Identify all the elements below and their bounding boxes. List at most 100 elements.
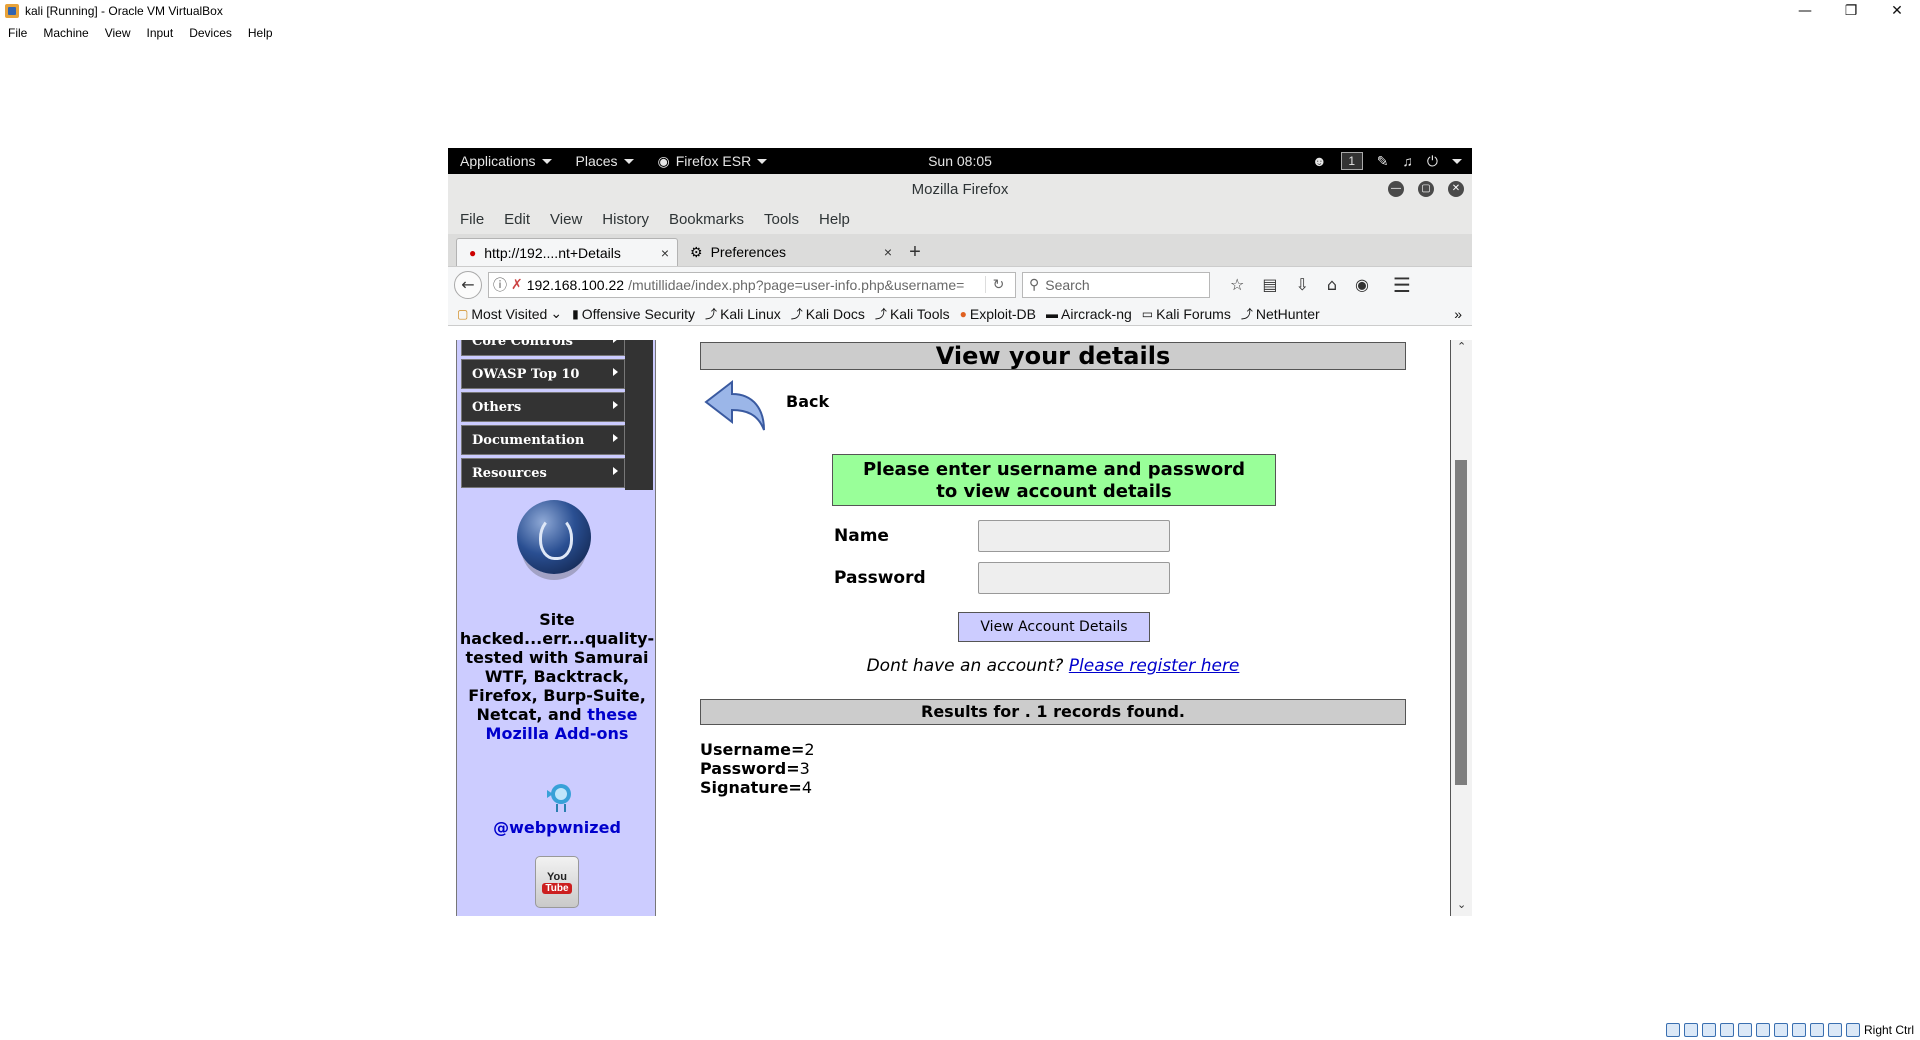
menu-documentation[interactable]: Documentation <box>461 425 625 455</box>
new-tab-button[interactable]: + <box>900 238 930 266</box>
search-input[interactable]: ⚲ Search <box>1022 271 1210 298</box>
applications-label: Applications <box>460 153 536 169</box>
chevron-down-icon <box>757 158 768 164</box>
ff-menu-history[interactable]: History <box>592 211 659 228</box>
bookmark-offensive-security[interactable]: ▮ Offensive Security <box>569 306 698 322</box>
vb-menu-devices[interactable]: Devices <box>181 26 240 40</box>
bookmark-star-icon[interactable]: ☆ <box>1230 275 1244 294</box>
vm-screen[interactable]: Applications Places ◉ Firefox ESR Sun 08:… <box>448 148 1472 916</box>
optical-drive-icon[interactable] <box>1683 1023 1698 1037</box>
chevron-down-icon[interactable] <box>1452 158 1462 164</box>
close-icon[interactable]: × <box>884 244 892 260</box>
power-icon[interactable]: ⏻ <box>1427 153 1438 170</box>
password-field[interactable] <box>978 562 1170 594</box>
cpu-icon[interactable] <box>1809 1023 1824 1037</box>
ff-menu-bookmarks[interactable]: Bookmarks <box>659 211 754 228</box>
scroll-down-icon[interactable]: ⌄ <box>1457 898 1466 911</box>
library-icon[interactable]: ▤ <box>1262 275 1277 294</box>
bookmark-label: Exploit-DB <box>969 305 1036 322</box>
close-button[interactable]: ✕ <box>1874 0 1920 22</box>
ff-minimize-button[interactable]: — <box>1388 181 1404 197</box>
keyboard-icon[interactable] <box>1845 1023 1860 1037</box>
url-bar[interactable]: ⓘ ✗ 192.168.100.22/mutillidae/index.php?… <box>488 271 1016 298</box>
vb-menu-machine[interactable]: Machine <box>35 26 96 40</box>
vb-menu-input[interactable]: Input <box>139 26 182 40</box>
register-link[interactable]: Please register here <box>1069 656 1240 676</box>
people-icon[interactable]: ☻ <box>1312 153 1327 169</box>
firefox-app-menu[interactable]: ◉ Firefox ESR <box>646 153 780 170</box>
virtualbox-app-icon <box>5 4 19 18</box>
tab-preferences[interactable]: ⚙ Preferences × <box>678 238 900 266</box>
menu-core-controls[interactable]: Core Controls <box>461 340 625 356</box>
ff-menu-file[interactable]: File <box>450 211 494 228</box>
reload-icon[interactable]: ↻ <box>985 276 1011 293</box>
back-link[interactable]: Back <box>786 392 829 411</box>
page-scrollbar[interactable]: ⌃ ⌄ <box>1450 340 1472 916</box>
video-capture-icon[interactable] <box>1791 1023 1806 1037</box>
mouse-integration-icon[interactable] <box>1827 1023 1842 1037</box>
menu-resources[interactable]: Resources <box>461 458 625 488</box>
instruction-box: Please enter username and password to vi… <box>832 454 1276 506</box>
record-value: 3 <box>799 759 810 778</box>
bookmarks-overflow-button[interactable]: » <box>1454 306 1462 322</box>
shared-folders-icon[interactable] <box>1755 1023 1770 1037</box>
ff-menu-edit[interactable]: Edit <box>494 211 540 228</box>
ff-menu-view[interactable]: View <box>540 211 592 228</box>
scroll-thumb[interactable] <box>1455 460 1467 785</box>
minimize-button[interactable]: — <box>1782 0 1828 22</box>
back-button[interactable]: ← <box>454 270 482 299</box>
chevron-right-icon <box>613 401 618 409</box>
ff-close-button[interactable]: ✕ <box>1448 181 1464 197</box>
ff-menu-tools[interactable]: Tools <box>754 211 809 228</box>
bookmark-label: Most Visited <box>471 305 548 322</box>
bookmark-exploit-db[interactable]: ● Exploit-DB <box>957 306 1039 322</box>
bookmark-kali-tools[interactable]: ⤴ Kali Tools <box>872 305 953 322</box>
hamburger-menu-icon[interactable]: ☰ <box>1393 273 1411 297</box>
bookmark-kali-forums[interactable]: ▭ Kali Forums <box>1139 306 1234 322</box>
page-content: Core Controls OWASP Top 10 Others Docume… <box>448 340 1472 916</box>
tab-user-info[interactable]: ● http://192....nt+Details × <box>456 238 678 266</box>
workspace-indicator[interactable]: 1 <box>1340 152 1363 170</box>
audio-icon[interactable] <box>1701 1023 1716 1037</box>
ff-maximize-button[interactable]: ▢ <box>1418 181 1434 197</box>
name-field[interactable] <box>978 520 1170 552</box>
pocket-icon[interactable]: ◉ <box>1355 275 1369 294</box>
bookmark-label: Kali Tools <box>889 305 950 322</box>
info-icon[interactable]: ⓘ <box>493 275 507 295</box>
search-icon: ⚲ <box>1029 276 1040 292</box>
vb-menu-help[interactable]: Help <box>240 26 281 40</box>
firefox-icon: ◉ <box>657 152 670 169</box>
youtube-icon[interactable]: You Tube <box>535 856 579 908</box>
restore-button[interactable]: ❐ <box>1828 0 1874 22</box>
download-icon[interactable]: ⇩ <box>1295 275 1308 294</box>
bookmark-kali-linux[interactable]: ⤴ Kali Linux <box>702 305 784 322</box>
scroll-up-icon[interactable]: ⌃ <box>1457 340 1466 353</box>
owasp-logo-icon[interactable] <box>517 500 591 574</box>
close-icon[interactable]: × <box>661 245 669 261</box>
bookmark-nethunter[interactable]: ⤴ NetHunter <box>1238 305 1323 322</box>
twitter-bird-icon[interactable] <box>539 782 579 814</box>
home-icon[interactable]: ⌂ <box>1327 275 1337 294</box>
hard-disk-icon[interactable] <box>1665 1023 1680 1037</box>
record-username: Username=2 <box>700 740 815 759</box>
menu-others[interactable]: Others <box>461 392 625 422</box>
vb-menu-view[interactable]: View <box>97 26 139 40</box>
vb-menu-file[interactable]: File <box>0 26 35 40</box>
menu-owasp-top-10[interactable]: OWASP Top 10 <box>461 359 625 389</box>
usb-icon[interactable] <box>1737 1023 1752 1037</box>
back-arrow-icon[interactable] <box>702 376 772 436</box>
bookmark-kali-docs[interactable]: ⤴ Kali Docs <box>788 305 868 322</box>
youtube-tube-text: Tube <box>542 882 572 894</box>
network-icon[interactable] <box>1719 1023 1734 1037</box>
chevron-down-icon <box>623 158 634 164</box>
display-icon[interactable] <box>1773 1023 1788 1037</box>
bookmark-label: Offensive Security <box>581 305 696 322</box>
view-account-details-button[interactable]: View Account Details <box>958 612 1150 642</box>
applications-menu[interactable]: Applications <box>448 153 564 169</box>
bookmark-most-visited[interactable]: ▢ Most Visited ⌄ <box>454 305 565 322</box>
places-label: Places <box>575 153 618 169</box>
places-menu[interactable]: Places <box>564 153 646 169</box>
ff-menu-help[interactable]: Help <box>809 211 860 228</box>
twitter-handle-link[interactable]: @webpwnized <box>457 818 657 837</box>
bookmark-aircrack-ng[interactable]: ▬ Aircrack-ng <box>1043 306 1135 322</box>
